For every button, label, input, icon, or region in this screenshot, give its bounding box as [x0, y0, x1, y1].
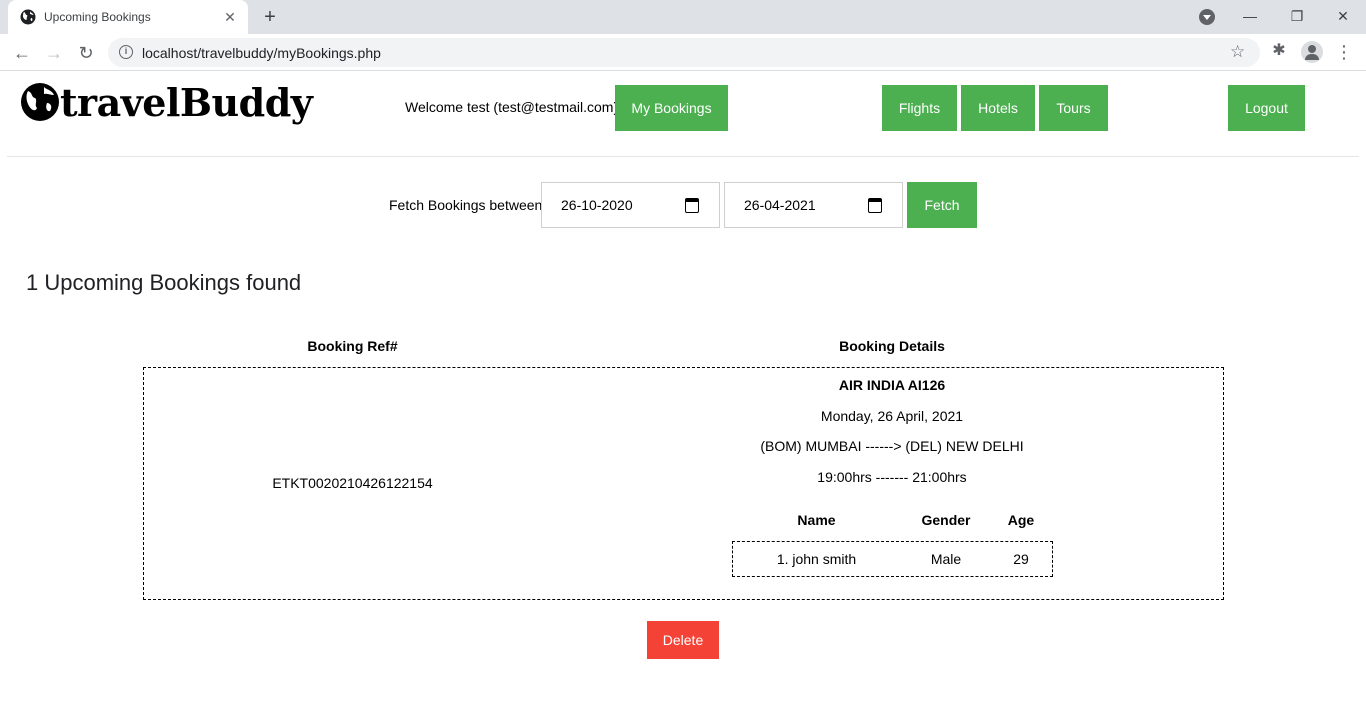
tab-search-icon[interactable] [1199, 9, 1215, 25]
my-bookings-button[interactable]: My Bookings [615, 85, 728, 131]
fetch-label: Fetch Bookings between [389, 197, 543, 213]
calendar-icon[interactable] [685, 198, 699, 213]
welcome-text: Welcome test (test@testmail.com) [405, 99, 619, 115]
forward-icon[interactable]: → [42, 41, 66, 65]
restore-icon[interactable]: ❐ [1287, 6, 1307, 26]
fetch-button[interactable]: Fetch [907, 182, 977, 228]
minimize-icon[interactable]: — [1240, 6, 1260, 26]
header-divider [7, 156, 1359, 157]
column-header-booking-ref: Booking Ref# [307, 338, 398, 354]
url-text[interactable]: localhost/travelbuddy/myBookings.php [142, 45, 381, 61]
close-window-icon[interactable]: ✕ [1333, 6, 1353, 26]
new-tab-icon[interactable]: + [260, 7, 280, 27]
column-header-booking-details: Booking Details [839, 338, 945, 354]
calendar-icon[interactable] [868, 198, 882, 213]
delete-button[interactable]: Delete [647, 621, 719, 659]
from-date-value: 26-10-2020 [561, 197, 633, 213]
globe-icon [20, 9, 36, 25]
hotels-button[interactable]: Hotels [961, 85, 1035, 131]
passenger-name: 1. john smith [776, 551, 857, 567]
back-icon[interactable]: ← [10, 41, 34, 65]
to-date-input[interactable]: 26-04-2021 [724, 182, 903, 228]
tours-button[interactable]: Tours [1039, 85, 1108, 131]
menu-dots-icon[interactable]: ⋮ [1334, 41, 1354, 63]
tab-strip: Upcoming Bookings ✕ + — ❐ ✕ [0, 0, 1366, 34]
logo-text: travelBuddy [60, 80, 313, 125]
flights-button[interactable]: Flights [882, 85, 957, 131]
tab-title: Upcoming Bookings [44, 10, 151, 24]
passenger-header-gender: Gender [921, 512, 971, 528]
flight-route: (BOM) MUMBAI ------> (DEL) NEW DELHI [760, 438, 1024, 454]
passenger-header-age: Age [1007, 512, 1035, 528]
passenger-age: 29 [1013, 551, 1029, 567]
from-date-input[interactable]: 26-10-2020 [541, 182, 720, 228]
bookings-count-heading: 1 Upcoming Bookings found [26, 270, 302, 295]
browser-toolbar: ← → ↻ i localhost/travelbuddy/myBookings… [0, 34, 1366, 71]
flight-date: Monday, 26 April, 2021 [820, 408, 964, 424]
flight-name: AIR INDIA AI126 [838, 377, 946, 393]
browser-tab[interactable]: Upcoming Bookings ✕ [8, 0, 248, 34]
address-bar[interactable]: i localhost/travelbuddy/myBookings.php ☆ [108, 38, 1260, 67]
bookmark-star-icon[interactable]: ☆ [1230, 42, 1245, 62]
passenger-gender: Male [930, 551, 962, 567]
extensions-icon[interactable]: ✱ [1270, 42, 1288, 60]
profile-avatar-icon[interactable] [1301, 41, 1323, 63]
to-date-value: 26-04-2021 [744, 197, 816, 213]
reload-icon[interactable]: ↻ [74, 41, 98, 65]
flight-time: 19:00hrs ------- 21:00hrs [817, 469, 967, 485]
logout-button[interactable]: Logout [1228, 85, 1305, 131]
globe-logo-icon [21, 83, 59, 121]
close-tab-icon[interactable]: ✕ [222, 9, 238, 25]
passenger-header-name: Name [797, 512, 836, 528]
info-icon[interactable]: i [119, 45, 133, 59]
booking-ref: ETKT0020210426122154 [272, 475, 433, 491]
